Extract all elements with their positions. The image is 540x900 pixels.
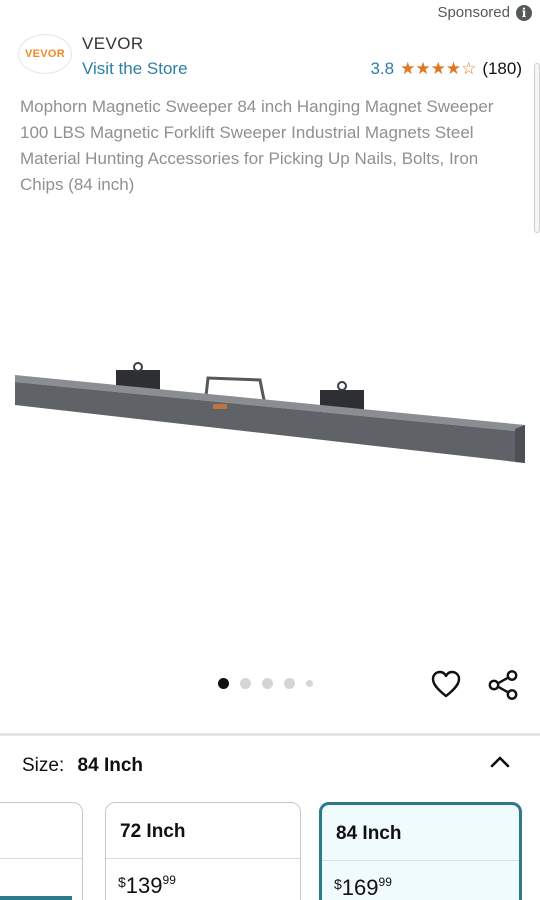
carousel-dot[interactable] <box>284 678 295 689</box>
size-option-84-inch-selected[interactable]: 84 Inch $16999 <box>319 802 522 900</box>
visit-store-link[interactable]: Visit the Store <box>82 59 188 79</box>
size-option-72-inch[interactable]: 72 Inch $13999 <box>105 802 301 900</box>
size-option-card-partial[interactable] <box>0 802 83 900</box>
card-separator <box>322 860 519 861</box>
share-icon[interactable] <box>486 669 520 701</box>
product-image[interactable] <box>10 350 530 480</box>
info-icon[interactable]: i <box>516 4 532 21</box>
card-separator <box>106 858 300 859</box>
carousel-indicator[interactable] <box>218 678 313 689</box>
bottom-accent-bar <box>0 896 72 900</box>
star-rating-icon: ★★★★☆ <box>400 59 477 78</box>
carousel-dot[interactable] <box>240 678 251 689</box>
rating-value: 3.8 <box>370 59 395 78</box>
carousel-dot[interactable] <box>218 678 229 689</box>
rating-count: (180) <box>482 59 522 78</box>
card-separator <box>0 858 82 859</box>
size-option-price: $13999 <box>118 873 176 898</box>
size-option-label: 84 Inch <box>336 823 402 844</box>
brand-name: VEVOR <box>82 34 144 53</box>
brand-row: VEVOR VEVOR Visit the Store 3.8 ★★★★☆ (1… <box>18 34 522 84</box>
carousel-dot[interactable] <box>262 678 273 689</box>
heart-icon[interactable] <box>430 669 462 699</box>
brand-logo[interactable]: VEVOR <box>18 34 72 74</box>
section-divider <box>0 733 540 736</box>
scrollbar[interactable] <box>534 63 540 233</box>
product-title[interactable]: Mophorn Magnetic Sweeper 84 inch Hanging… <box>20 94 516 198</box>
selected-size-value: 84 Inch <box>77 755 144 776</box>
chevron-up-icon[interactable] <box>486 750 514 774</box>
size-option-price: $16999 <box>334 875 392 900</box>
size-option-label: 72 Inch <box>120 821 186 842</box>
sponsored-label-row[interactable]: Sponsored i <box>437 4 532 21</box>
sponsored-label: Sponsored <box>437 4 510 21</box>
size-selector-header[interactable]: Size: 84 Inch <box>22 755 143 777</box>
size-label: Size: <box>22 755 65 776</box>
rating-summary[interactable]: 3.8 ★★★★☆ (180) <box>370 59 522 79</box>
carousel-dot[interactable] <box>306 680 313 687</box>
